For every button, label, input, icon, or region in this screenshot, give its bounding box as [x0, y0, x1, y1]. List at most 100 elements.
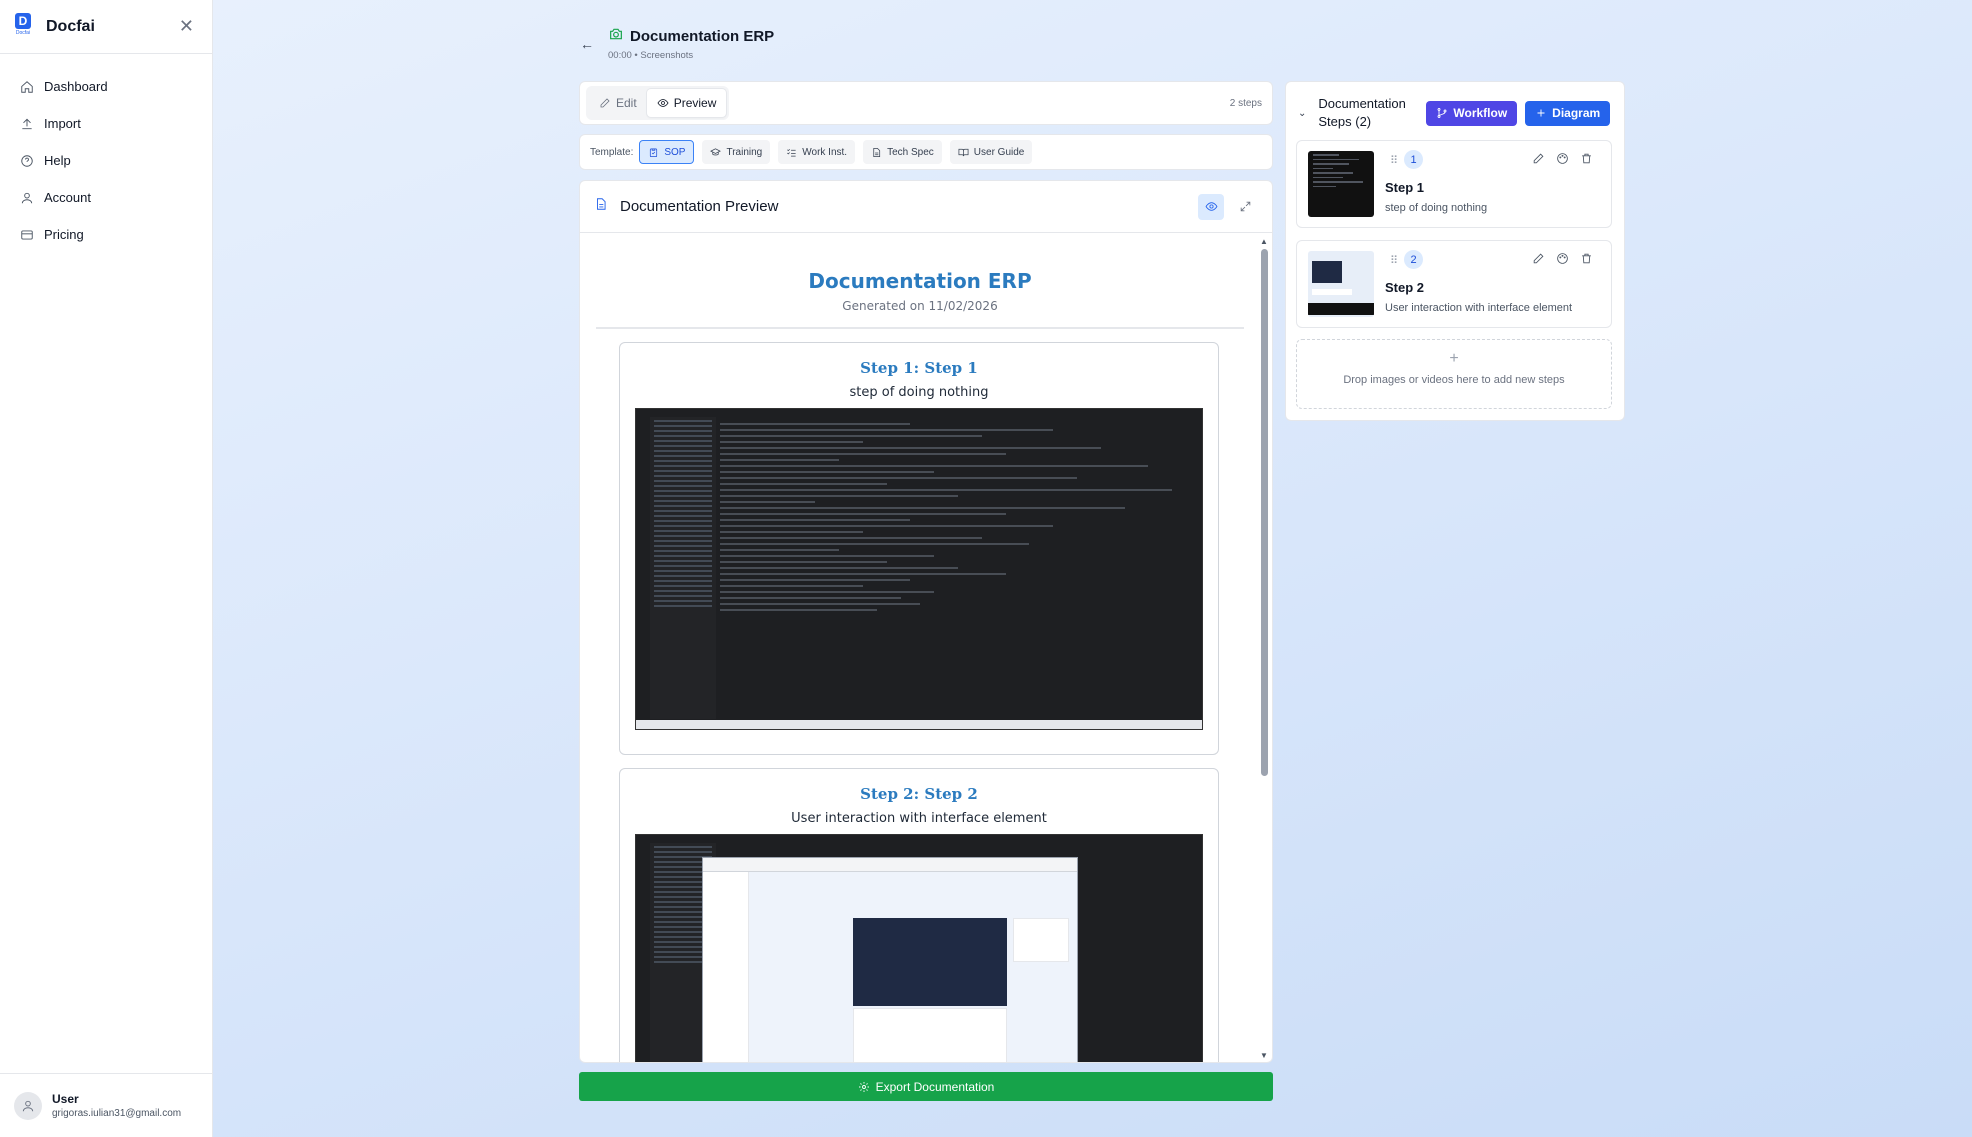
- template-work-inst-button[interactable]: Work Inst.: [778, 140, 856, 164]
- steps-panel-header: ⌄ Documentation Steps (2) Workflow Diagr…: [1286, 82, 1624, 132]
- step-number-badge: 1: [1404, 150, 1423, 169]
- drag-handle-icon[interactable]: ⠿: [1390, 154, 1398, 167]
- eye-icon: [1205, 202, 1217, 211]
- sidebar-item-label: Dashboard: [44, 79, 108, 94]
- document-title: Documentation ERP: [808, 269, 1032, 293]
- gear-icon: [858, 1081, 869, 1092]
- sidebar-item-label: Pricing: [44, 227, 84, 242]
- page-header: ← Documentation ERP 00:00 • Screenshots: [580, 26, 774, 61]
- sidebar-item-help[interactable]: Help: [0, 142, 212, 179]
- step-title: Step 1: [1385, 180, 1425, 195]
- diagram-button[interactable]: Diagram: [1525, 100, 1611, 126]
- tab-edit[interactable]: Edit: [589, 89, 647, 117]
- diagram-label: Diagram: [1552, 106, 1601, 120]
- avatar: [14, 1091, 42, 1120]
- page-subtitle: 00:00 • Screenshots: [608, 50, 694, 61]
- graduation-cap-icon: [710, 147, 722, 155]
- template-sop-button[interactable]: SOP: [639, 140, 695, 164]
- sidebar-item-label: Help: [44, 153, 71, 168]
- step-number-badge: 2: [1404, 250, 1423, 269]
- palette-icon[interactable]: [1556, 152, 1569, 170]
- eye-icon: [657, 99, 669, 107]
- template-option-label: User Guide: [973, 146, 1025, 158]
- scroll-down-icon[interactable]: ▼: [1258, 1051, 1270, 1061]
- preview-document[interactable]: Documentation ERP Generated on 11/02/202…: [592, 233, 1248, 1062]
- export-documentation-button[interactable]: Export Documentation: [579, 1072, 1273, 1101]
- mode-tabs-bar: Edit Preview 2 steps: [579, 81, 1273, 125]
- app-logo[interactable]: D Docfai: [14, 12, 32, 41]
- template-option-label: SOP: [664, 146, 686, 158]
- preview-title: Documentation Preview: [620, 198, 779, 215]
- drag-handle-icon[interactable]: ⠿: [1390, 254, 1398, 267]
- export-label: Export Documentation: [875, 1079, 995, 1094]
- edit-step-icon[interactable]: [1532, 152, 1545, 170]
- document-header: Documentation ERP Generated on 11/02/202…: [596, 233, 1244, 329]
- help-circle-icon: [21, 154, 33, 167]
- template-option-label: Work Inst.: [802, 146, 848, 158]
- list-checks-icon: [787, 148, 796, 157]
- template-user-guide-button[interactable]: User Guide: [949, 140, 1033, 164]
- scroll-thumb[interactable]: [1260, 249, 1268, 776]
- palette-icon[interactable]: [1556, 252, 1569, 270]
- tab-label: Preview: [673, 96, 717, 110]
- documentation-preview-panel: Documentation Preview Documentation ERP …: [579, 180, 1273, 1063]
- template-training-button[interactable]: Training: [702, 140, 771, 164]
- step-thumbnail: [1308, 151, 1374, 217]
- template-option-label: Tech Spec: [887, 146, 934, 158]
- template-label: Template:: [590, 146, 634, 158]
- fullscreen-button[interactable]: [1232, 194, 1258, 220]
- camera-icon: [608, 26, 630, 47]
- workflow-button[interactable]: Workflow: [1426, 100, 1518, 126]
- step-heading: Step 2: Step 2: [860, 785, 978, 803]
- dropzone-text: Drop images or videos here to add new st…: [1343, 374, 1565, 386]
- step-title: Step 2: [1385, 280, 1425, 295]
- sidebar-nav: Dashboard Import Help Account Pricing: [0, 54, 212, 253]
- step-screenshot: [635, 834, 1203, 1062]
- logo-mark: D: [15, 12, 31, 29]
- sidebar-item-import[interactable]: Import: [0, 105, 212, 142]
- book-open-icon: [958, 148, 969, 156]
- preview-step-1: Step 1: Step 1 step of doing nothing: [619, 342, 1219, 755]
- close-sidebar-icon[interactable]: ✕: [179, 16, 194, 37]
- step-card-1[interactable]: ⠿ 1 Step 1 step of doing nothing: [1296, 140, 1612, 228]
- steps-count: 2 steps: [1229, 97, 1262, 109]
- git-branch-icon: [1437, 108, 1447, 118]
- delete-step-icon[interactable]: [1580, 252, 1593, 270]
- sidebar-item-account[interactable]: Account: [0, 179, 212, 216]
- file-text-icon: [873, 147, 881, 157]
- step-heading: Step 1: Step 1: [860, 359, 978, 377]
- step-dropzone[interactable]: + Drop images or videos here to add new …: [1296, 339, 1612, 409]
- user-email: grigoras.iulian31@gmail.com: [52, 1108, 182, 1119]
- template-tech-spec-button[interactable]: Tech Spec: [863, 140, 942, 164]
- collapse-chevron-icon[interactable]: ⌄: [1298, 108, 1306, 119]
- clipboard-icon: [650, 147, 658, 157]
- sidebar-item-dashboard[interactable]: Dashboard: [0, 68, 212, 105]
- template-option-label: Training: [726, 146, 763, 158]
- delete-step-icon[interactable]: [1580, 152, 1593, 170]
- steps-panel-title: Documentation Steps (2): [1318, 96, 1406, 129]
- sidebar: D Docfai Docfai ✕ Dashboard Import Help …: [0, 0, 213, 1137]
- sidebar-item-label: Account: [44, 190, 91, 205]
- sidebar-item-pricing[interactable]: Pricing: [0, 216, 212, 253]
- sidebar-header: D Docfai Docfai ✕: [0, 0, 212, 54]
- user-name: User: [52, 1092, 79, 1106]
- tab-label: Edit: [616, 96, 637, 110]
- step-description: User interaction with interface element: [1385, 302, 1573, 314]
- preview-header: Documentation Preview: [580, 181, 1272, 233]
- toggle-preview-button[interactable]: [1198, 193, 1224, 220]
- tab-preview[interactable]: Preview: [646, 89, 727, 117]
- step-description: step of doing nothing: [1385, 202, 1488, 214]
- edit-step-icon[interactable]: [1532, 252, 1545, 270]
- app-name: Docfai: [46, 17, 95, 35]
- preview-step-2: Step 2: Step 2 User interaction with int…: [619, 768, 1219, 1062]
- home-icon: [21, 80, 33, 93]
- generated-date: Generated on 11/02/2026: [842, 299, 998, 313]
- user-profile[interactable]: User grigoras.iulian31@gmail.com: [0, 1073, 213, 1137]
- step-description: User interaction with interface element: [791, 811, 1047, 826]
- step-card-2[interactable]: ⠿ 2 Step 2 User interaction with interfa…: [1296, 240, 1612, 328]
- credit-card-icon: [21, 229, 33, 240]
- scroll-up-icon[interactable]: ▲: [1258, 237, 1270, 247]
- back-arrow-icon[interactable]: ←: [580, 36, 594, 52]
- preview-scrollbar[interactable]: ▲ ▼: [1258, 237, 1270, 1061]
- sidebar-item-label: Import: [44, 116, 81, 131]
